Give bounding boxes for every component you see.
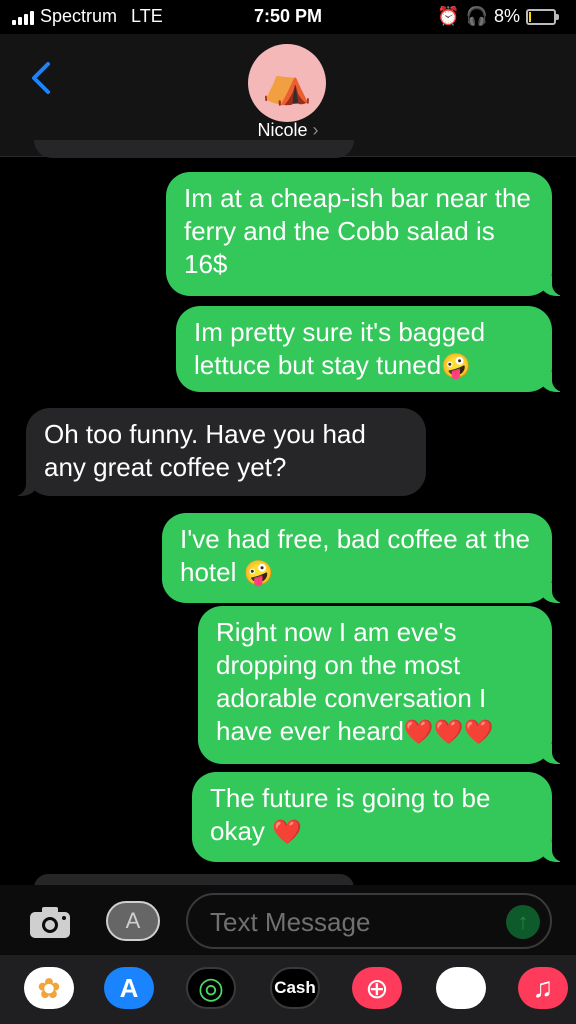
app-store-icon: A [125, 908, 141, 933]
music-note-icon: ♫ [532, 972, 554, 1003]
battery-icon [526, 8, 559, 25]
conversation-header: ⛺ Nicole › [0, 34, 576, 157]
message-bubble-outgoing[interactable]: Im pretty sure it's bagged lettuce but s… [176, 306, 572, 392]
music-app-button[interactable]: ♫ [518, 967, 568, 1009]
imessage-app-drawer: ✿ A ◎ Cash ⊕ 😍 ♫ [0, 955, 576, 1024]
headphones-icon: 🎧 [465, 6, 488, 26]
camera-button[interactable] [28, 905, 72, 939]
zany-face-emoji: 🤪 [243, 560, 274, 587]
message-bubble-incoming[interactable]: Oh too funny. Have you had any great cof… [6, 408, 426, 496]
zany-face-emoji: 🤪 [441, 353, 472, 380]
message-text: The future is going to be okay [210, 783, 491, 846]
status-bar: Spectrum LTE 7:50 PM ⏰ 🎧 8% [0, 0, 576, 34]
contact-name: Nicole [257, 120, 308, 140]
memoji-icon: 😍 [447, 972, 475, 1003]
message-bubble-outgoing[interactable]: Right now I am eve's dropping on the mos… [198, 606, 572, 764]
app-store-app-button[interactable]: A [104, 967, 154, 1009]
battery-percent: 8% [493, 6, 520, 26]
arrow-up-icon: ↑ [517, 909, 529, 934]
alarm-icon: ⏰ [437, 6, 460, 26]
avatar[interactable]: ⛺ [248, 44, 326, 122]
message-bubble-outgoing[interactable]: Im at a cheap-ish bar near the ferry and… [166, 172, 572, 296]
camera-icon [30, 907, 70, 938]
message-bubble-outgoing[interactable]: I've had free, bad coffee at the hotel 🤪 [162, 513, 572, 603]
message-text: Oh too funny. Have you had any great cof… [44, 419, 366, 482]
message-input-placeholder: Text Message [210, 907, 371, 937]
app-drawer-button[interactable]: A [106, 901, 160, 941]
message-bubble-outgoing[interactable]: The future is going to be okay ❤️ [192, 772, 572, 862]
memoji-app-button[interactable]: 😍 [436, 967, 486, 1009]
activity-app-button[interactable]: ◎ [186, 967, 236, 1009]
message-text: Im at a cheap-ish bar near the ferry and… [184, 183, 531, 279]
app-store-icon: A [119, 972, 139, 1003]
tent-icon: ⛺ [262, 61, 312, 106]
photos-app-button[interactable]: ✿ [24, 967, 74, 1009]
send-button[interactable]: ↑ [506, 905, 540, 939]
apple-cash-app-button[interactable]: Cash [270, 967, 320, 1009]
heart-emoji: ❤️ [272, 819, 303, 846]
contact-name-button[interactable]: Nicole › [0, 120, 576, 141]
activity-rings-icon: ◎ [197, 971, 225, 1005]
status-right: ⏰ 🎧 8% [437, 6, 559, 27]
hearts-emoji: ❤️❤️❤️ [403, 719, 494, 746]
compose-bar: A Text Message ↑ [0, 885, 576, 955]
message-input[interactable]: Text Message ↑ [186, 893, 552, 949]
partial-incoming-bubble [34, 140, 354, 158]
message-text: I've had free, bad coffee at the hotel [180, 524, 530, 587]
chevron-right-icon: › [312, 120, 319, 140]
chevron-left-icon [32, 62, 50, 94]
back-button[interactable] [24, 58, 64, 98]
photos-icon: ✿ [37, 972, 61, 1004]
battery-fill [529, 11, 531, 22]
search-app-button[interactable]: ⊕ [352, 967, 402, 1009]
globe-search-icon: ⊕ [365, 972, 389, 1004]
apple-cash-label: Cash [274, 978, 316, 997]
